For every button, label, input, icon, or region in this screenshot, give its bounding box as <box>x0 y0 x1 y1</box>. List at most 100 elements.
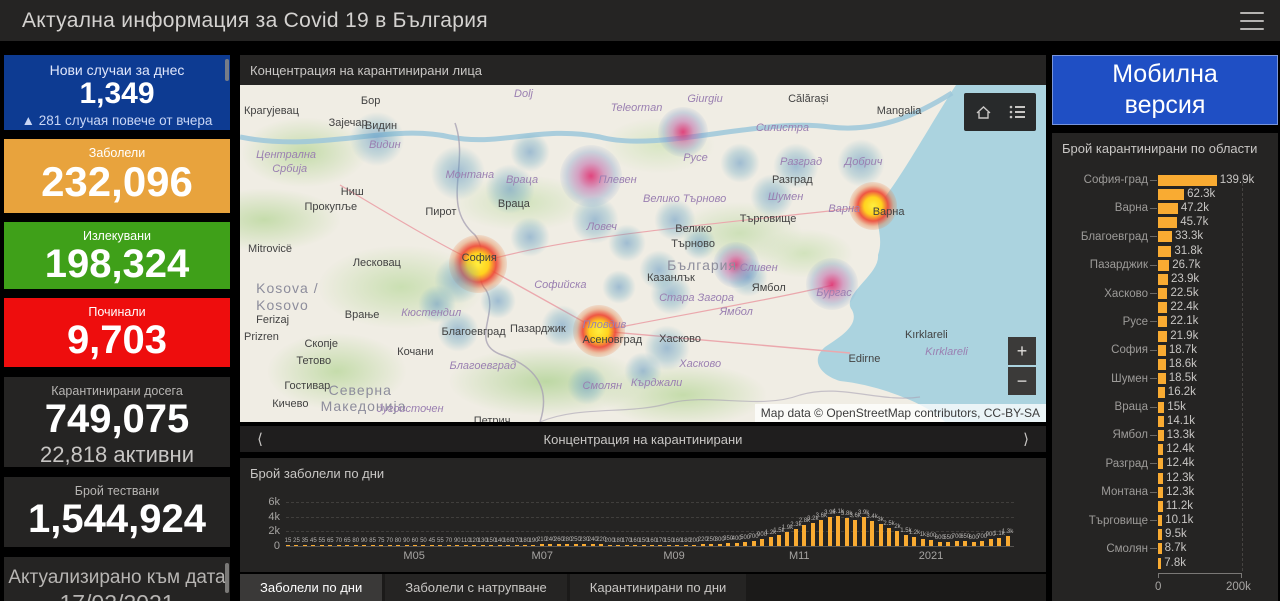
region-row: 22.4k <box>1052 301 1278 315</box>
scrollbar[interactable] <box>225 59 229 81</box>
region-bar[interactable] <box>1158 203 1178 214</box>
bar-track: 12.3k <box>1158 473 1278 484</box>
bar-track: 10.1k <box>1158 515 1278 526</box>
daily-chart-plot[interactable]: 6k4k2k0152535455565706580908575708090605… <box>286 502 1014 546</box>
region-bar[interactable] <box>1158 260 1169 271</box>
region-row: 31.8k <box>1052 244 1278 258</box>
region-value: 7.8k <box>1164 557 1186 569</box>
region-bar[interactable] <box>1158 189 1184 200</box>
daily-bar <box>413 545 417 546</box>
region-bar[interactable] <box>1158 416 1164 427</box>
updated-title: Актуализирано към дата <box>4 567 230 589</box>
region-row: Русе22.1k <box>1052 315 1278 329</box>
region-bar[interactable] <box>1158 487 1163 498</box>
daily-bar <box>379 545 383 546</box>
region-bar[interactable] <box>1158 473 1163 484</box>
region-bar[interactable] <box>1158 402 1164 413</box>
region-bar[interactable] <box>1158 558 1161 569</box>
region-row: 16.2k <box>1052 386 1278 400</box>
region-bar[interactable] <box>1158 373 1166 384</box>
daily-bar <box>836 516 840 546</box>
region-bar[interactable] <box>1158 458 1163 469</box>
quarantined-value: 749,075 <box>4 398 230 440</box>
region-bar[interactable] <box>1158 529 1162 540</box>
tab-1[interactable]: Заболели по дни <box>240 574 382 601</box>
region-bar[interactable] <box>1158 302 1167 313</box>
daily-bar <box>895 531 899 546</box>
region-bar[interactable] <box>1158 430 1164 441</box>
region-bar[interactable] <box>1158 387 1165 398</box>
daily-bar <box>769 537 773 546</box>
map-home-button[interactable] <box>968 97 998 127</box>
region-bar[interactable] <box>1158 331 1167 342</box>
daily-bar <box>692 545 696 546</box>
kpi-column: Нови случаи за днес 1,349 ▲ 281 случая п… <box>4 55 230 601</box>
region-axis-min: 0 <box>1155 581 1161 593</box>
new-cases-delta: ▲ 281 случая повече от вчера <box>4 113 230 128</box>
mobile-version-button[interactable]: Мобилна версия <box>1052 55 1278 125</box>
region-bar[interactable] <box>1158 316 1167 327</box>
daily-bar <box>709 544 713 546</box>
x-axis-tick: M09 <box>663 550 684 562</box>
covid-dashboard: Актуална информация за Covid 19 в Българ… <box>0 0 1280 601</box>
zoom-in-button[interactable]: + <box>1008 337 1036 365</box>
updated-value: 17/02/2021 <box>4 591 230 601</box>
daily-bar <box>337 545 341 546</box>
map-legend-button[interactable] <box>1002 97 1032 127</box>
region-label: София-град <box>1052 174 1148 186</box>
region-row: 12.3k <box>1052 471 1278 485</box>
map-canvas[interactable]: КрагујевацБорЗајечарВидинВидинDoljTeleor… <box>240 85 1046 422</box>
region-row: Враца15k <box>1052 400 1278 414</box>
daily-bar <box>718 544 722 546</box>
daily-bar <box>616 545 620 546</box>
tested-value: 1,544,924 <box>4 498 230 540</box>
axis-tick <box>1148 293 1158 294</box>
tab-3[interactable]: Карантинирани по дни <box>570 574 747 601</box>
road-3 <box>600 285 833 331</box>
deaths-card: Починали 9,703 <box>4 298 230 367</box>
tab-2[interactable]: Заболели с натрупване <box>385 574 567 601</box>
region-bar[interactable] <box>1158 175 1217 186</box>
daily-bar <box>929 540 933 546</box>
region-bar[interactable] <box>1158 288 1167 299</box>
region-bar[interactable] <box>1158 515 1162 526</box>
daily-bar-label: 90 <box>403 538 410 544</box>
daily-bar <box>438 545 442 546</box>
region-row: 18.6k <box>1052 357 1278 371</box>
app-header: Актуална информация за Covid 19 в Българ… <box>0 0 1280 43</box>
region-bar[interactable] <box>1158 217 1177 228</box>
axis-tick <box>1148 435 1158 436</box>
region-value: 18.6k <box>1169 358 1197 370</box>
axis-tick <box>1148 180 1158 181</box>
region-bar[interactable] <box>1158 345 1166 356</box>
axis-tick <box>1148 350 1158 351</box>
bar-track: 47.2k <box>1158 203 1278 214</box>
axis-tick <box>1148 463 1158 464</box>
region-bar[interactable] <box>1158 501 1163 512</box>
daily-bar <box>912 537 916 546</box>
carousel-prev-button[interactable]: ⟨ <box>240 429 280 449</box>
map-attribution: Map data © OpenStreetMap contributors, C… <box>755 404 1046 422</box>
scrollbar[interactable] <box>225 563 229 593</box>
daily-bar <box>828 517 832 546</box>
carousel-next-button[interactable]: ⟩ <box>1006 429 1046 449</box>
region-chart[interactable]: София-град139.9k62.3kВарна47.2k45.7kБлаг… <box>1052 173 1278 570</box>
region-bar[interactable] <box>1158 444 1163 455</box>
region-bar[interactable] <box>1158 246 1171 257</box>
region-bar[interactable] <box>1158 274 1168 285</box>
region-bar[interactable] <box>1158 231 1172 242</box>
bar-track: 18.7k <box>1158 345 1278 356</box>
zoom-out-button[interactable]: − <box>1008 367 1036 395</box>
daily-bar-label: 45 <box>429 538 436 544</box>
hamburger-menu-icon[interactable] <box>1240 12 1264 30</box>
recovered-card: Излекувани 198,324 <box>4 222 230 289</box>
region-value: 18.7k <box>1169 344 1197 356</box>
region-bar[interactable] <box>1158 543 1162 554</box>
region-row: 9.5k <box>1052 528 1278 542</box>
map-toolbar <box>964 93 1036 131</box>
region-label: Варна <box>1052 202 1148 214</box>
daily-bar-label: 70 <box>335 538 342 544</box>
region-value: 26.7k <box>1172 259 1200 271</box>
region-bar[interactable] <box>1158 359 1166 370</box>
daily-bar-label: 85 <box>369 538 376 544</box>
